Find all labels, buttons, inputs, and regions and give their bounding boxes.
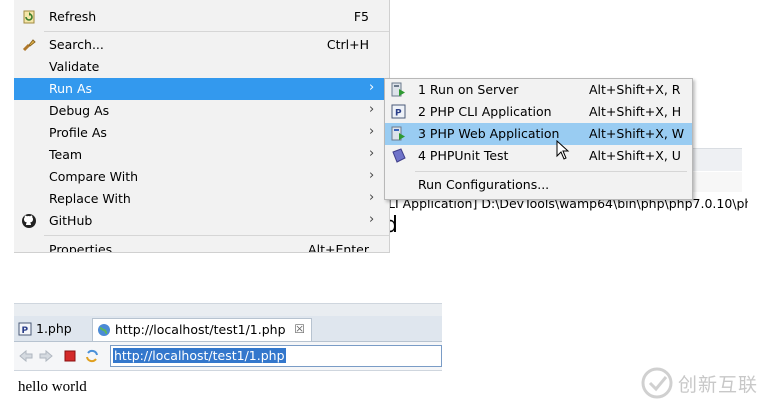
browser-tab-bar: P 1.php http://localhost/test1/1.php ☒ bbox=[14, 316, 442, 342]
menu-item-run-as[interactable]: Run As › bbox=[14, 78, 389, 100]
watermark-icon bbox=[641, 367, 673, 399]
menu-item-search[interactable]: Search... Ctrl+H bbox=[14, 34, 389, 56]
menu-item-debug-as[interactable]: Debug As › bbox=[14, 100, 389, 122]
menu-shortcut: Alt+Enter bbox=[308, 242, 369, 253]
menu-separator bbox=[44, 31, 389, 32]
menu-item-profile-as[interactable]: Profile As › bbox=[14, 122, 389, 144]
browser-toolbar: http://localhost/test1/1.php bbox=[14, 342, 442, 371]
menu-item-replace-with[interactable]: Replace With › bbox=[14, 188, 389, 210]
refresh-icon bbox=[21, 9, 37, 25]
tab-1-php[interactable]: P 1.php bbox=[14, 318, 90, 340]
chevron-right-icon: › bbox=[369, 168, 375, 183]
submenu-item-php-web[interactable]: 3 PHP Web Application Alt+Shift+X, W bbox=[385, 123, 692, 145]
menu-label: Validate bbox=[49, 59, 100, 74]
menu-shortcut: Ctrl+H bbox=[326, 37, 369, 52]
svg-text:P: P bbox=[395, 109, 402, 119]
submenu-label: 4 PHPUnit Test bbox=[418, 148, 509, 163]
php-cli-icon: P bbox=[391, 104, 406, 119]
submenu-shortcut: Alt+Shift+X, R bbox=[589, 82, 681, 97]
chevron-right-icon: › bbox=[369, 124, 375, 139]
globe-icon bbox=[97, 323, 111, 337]
chevron-right-icon: › bbox=[369, 80, 375, 95]
menu-shortcut: F5 bbox=[353, 9, 369, 24]
menu-separator bbox=[44, 235, 389, 236]
menu-item-compare-with[interactable]: Compare With › bbox=[14, 166, 389, 188]
page-content-text: hello world bbox=[18, 379, 87, 395]
submenu-item-php-cli[interactable]: P 2 PHP CLI Application Alt+Shift+X, H bbox=[385, 101, 692, 123]
submenu-item-run-on-server[interactable]: 1 Run on Server Alt+Shift+X, R bbox=[385, 79, 692, 101]
chevron-right-icon: › bbox=[369, 190, 375, 205]
stop-icon[interactable] bbox=[62, 348, 78, 364]
submenu-separator bbox=[415, 171, 687, 172]
github-icon bbox=[21, 213, 37, 229]
search-icon bbox=[21, 37, 37, 53]
submenu-shortcut: Alt+Shift+X, W bbox=[589, 126, 685, 141]
chevron-right-icon: › bbox=[369, 212, 375, 227]
mouse-cursor-icon bbox=[556, 139, 570, 160]
menu-label: Refresh bbox=[49, 9, 97, 24]
submenu-shortcut: Alt+Shift+X, U bbox=[589, 148, 681, 163]
menu-item-properties[interactable]: Properties Alt+Enter bbox=[14, 239, 389, 253]
submenu-shortcut: Alt+Shift+X, H bbox=[589, 104, 682, 119]
menu-label: Search... bbox=[49, 37, 104, 52]
forward-icon[interactable] bbox=[38, 348, 54, 364]
submenu-label: 2 PHP CLI Application bbox=[418, 104, 552, 119]
menu-label: Debug As bbox=[49, 103, 110, 118]
menu-label: Replace With bbox=[49, 191, 131, 206]
submenu-label: Run Configurations... bbox=[418, 177, 550, 192]
php-web-icon bbox=[391, 126, 406, 141]
refresh-page-icon[interactable] bbox=[84, 348, 100, 364]
tab-label: 1.php bbox=[36, 321, 72, 336]
chevron-right-icon: › bbox=[369, 102, 375, 117]
tab-label: http://localhost/test1/1.php bbox=[115, 322, 286, 337]
chevron-right-icon: › bbox=[369, 146, 375, 161]
submenu-label: 3 PHP Web Application bbox=[418, 126, 560, 141]
menu-label: Compare With bbox=[49, 169, 139, 184]
back-icon[interactable] bbox=[18, 348, 34, 364]
phpunit-icon bbox=[391, 148, 406, 163]
svg-text:P: P bbox=[22, 326, 29, 336]
menu-label: Team bbox=[49, 147, 83, 162]
tab-localhost[interactable]: http://localhost/test1/1.php ☒ bbox=[92, 318, 312, 341]
menu-item-validate[interactable]: Validate bbox=[14, 56, 389, 78]
url-input[interactable]: http://localhost/test1/1.php bbox=[110, 345, 442, 367]
menu-item-team[interactable]: Team › bbox=[14, 144, 389, 166]
watermark-logo: 创新互联 bbox=[640, 366, 770, 400]
menu-label: Properties bbox=[49, 242, 113, 253]
run-server-icon bbox=[391, 82, 406, 97]
browser-titlebar bbox=[14, 303, 442, 317]
menu-item-refresh[interactable]: Refresh F5 bbox=[14, 6, 389, 28]
submenu-item-phpunit[interactable]: 4 PHPUnit Test Alt+Shift+X, U bbox=[385, 145, 692, 167]
watermark-text: 创新互联 bbox=[678, 374, 759, 396]
menu-label: Profile As bbox=[49, 125, 107, 140]
php-file-icon: P bbox=[18, 322, 32, 336]
menu-label: GitHub bbox=[49, 213, 93, 228]
close-tab-icon[interactable]: ☒ bbox=[294, 322, 305, 336]
submenu-label: 1 Run on Server bbox=[418, 82, 519, 97]
run-as-submenu: 1 Run on Server Alt+Shift+X, R P 2 PHP C… bbox=[384, 78, 693, 200]
menu-label: Run As bbox=[49, 81, 93, 96]
url-text: http://localhost/test1/1.php bbox=[113, 348, 286, 363]
submenu-item-run-configurations[interactable]: Run Configurations... bbox=[385, 174, 692, 196]
context-menu: Refresh F5 Search... Ctrl+H Validate Run… bbox=[14, 0, 390, 253]
menu-item-github[interactable]: GitHub › bbox=[14, 210, 389, 232]
